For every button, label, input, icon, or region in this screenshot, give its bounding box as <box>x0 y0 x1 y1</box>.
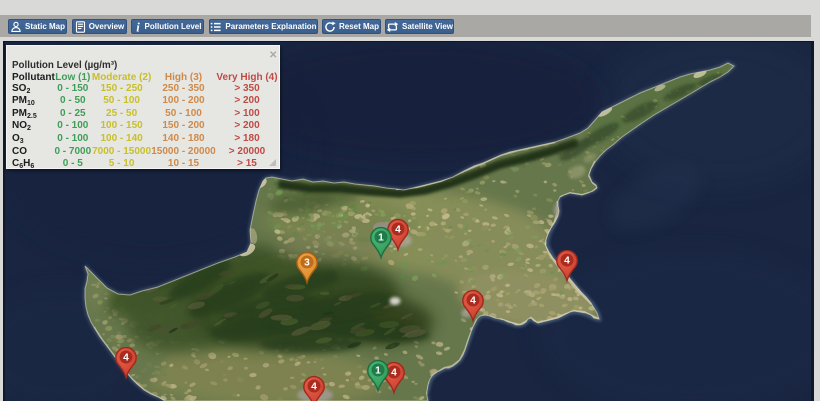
svg-text:1: 1 <box>378 233 384 244</box>
svg-text:4: 4 <box>470 296 476 307</box>
svg-text:4: 4 <box>395 225 401 236</box>
svg-text:i: i <box>136 21 140 33</box>
svg-text:4: 4 <box>564 256 570 267</box>
svg-text:4: 4 <box>123 353 129 364</box>
svg-text:4: 4 <box>391 368 397 379</box>
svg-text:3: 3 <box>304 258 310 269</box>
svg-text:1: 1 <box>375 366 381 377</box>
svg-text:4: 4 <box>311 382 317 393</box>
